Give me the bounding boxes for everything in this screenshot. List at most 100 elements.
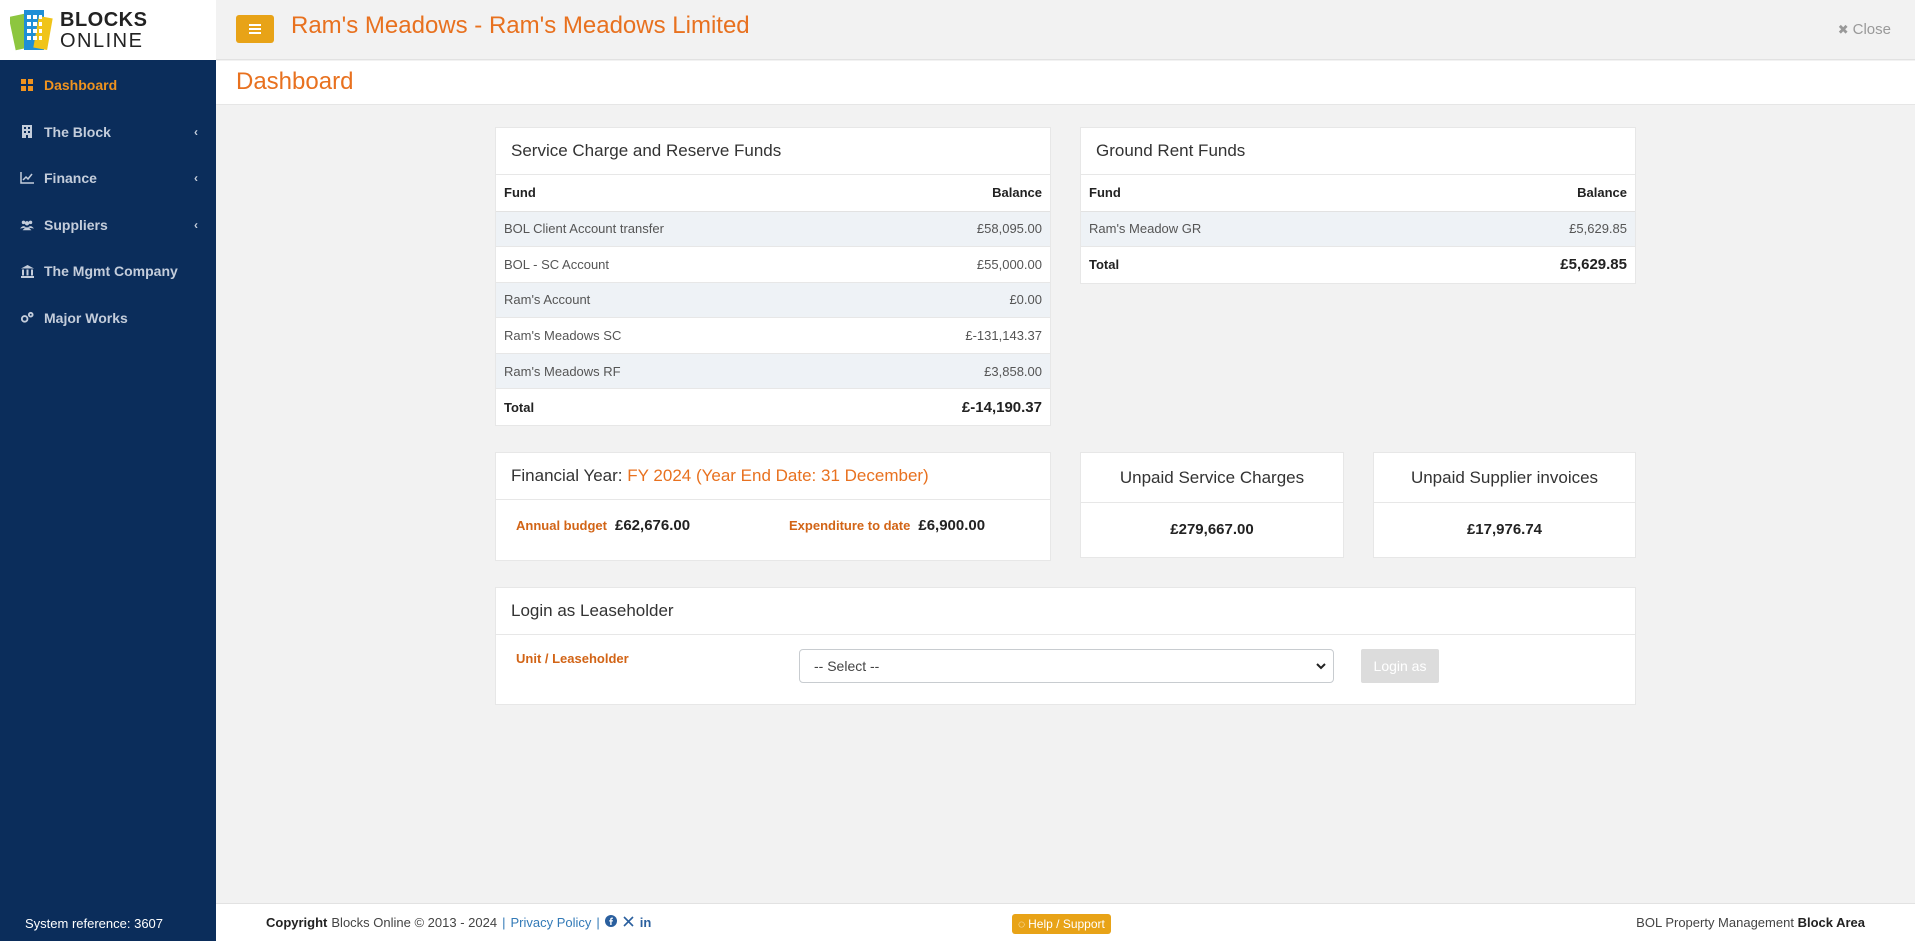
total-label: Total: [496, 388, 855, 425]
fund-balance: £-131,143.37: [854, 317, 1050, 354]
unpaid-supplier-invoices-panel[interactable]: Unpaid Supplier invoices £17,976.74: [1373, 452, 1636, 558]
column-header-fund: Fund: [496, 175, 855, 212]
table-row: BOL Client Account transfer £58,095.00: [496, 210, 1050, 247]
unpaid-supplier-invoices-value: £17,976.74: [1466, 520, 1543, 538]
annual-budget-value: £62,676.00: [615, 516, 691, 534]
linkedin-icon[interactable]: in: [640, 915, 652, 930]
total-value: £-14,190.37: [854, 388, 1050, 425]
help-support-button[interactable]: ◌ Help / Support: [1012, 914, 1111, 934]
column-header-balance: Balance: [854, 175, 1050, 212]
help-icon: ◌: [1018, 917, 1026, 931]
login-as-leaseholder-panel: Login as Leaseholder Unit / Leaseholder …: [495, 587, 1636, 705]
panel-title: Unpaid Supplier invoices: [1374, 453, 1635, 503]
chevron-left-icon: ‹: [194, 171, 198, 186]
chart-icon: [20, 171, 34, 185]
table-row: Ram's Account £0.00: [496, 281, 1050, 318]
table-row: Ram's Meadows RF £3,858.00: [496, 352, 1050, 389]
facebook-icon[interactable]: [604, 915, 617, 930]
column-header-fund: Fund: [1081, 175, 1418, 212]
help-support-label: Help / Support: [1028, 917, 1105, 931]
expenditure-label: Expenditure to date: [789, 517, 911, 533]
footer: Copyright Blocks Online © 2013 - 2024 | …: [216, 903, 1915, 941]
panel-title: Service Charge and Reserve Funds: [496, 128, 1050, 175]
users-icon: [20, 218, 34, 232]
select-value: -- Select --: [814, 658, 880, 674]
service-charge-panel: Service Charge and Reserve Funds Fund Ba…: [495, 127, 1051, 426]
table-row: Ram's Meadow GR £5,629.85: [1081, 210, 1635, 247]
unpaid-service-charges-panel[interactable]: Unpaid Service Charges £279,667.00: [1080, 452, 1344, 558]
x-twitter-icon[interactable]: [623, 915, 634, 930]
hamburger-icon: [249, 24, 261, 34]
copyright-label: Copyright: [266, 915, 328, 930]
estate-title: Ram's Meadows - Ram's Meadows Limited: [291, 12, 750, 39]
financial-year-value: FY 2024 (Year End Date: 31 December): [627, 466, 929, 485]
sidebar-item-suppliers[interactable]: Suppliers ‹: [0, 202, 216, 249]
panel-title: Login as Leaseholder: [496, 588, 1635, 635]
area-label: Block Area: [1797, 915, 1865, 930]
privacy-policy-link[interactable]: Privacy Policy: [510, 915, 591, 930]
sidebar-item-label: Major Works: [44, 309, 128, 326]
unit-leaseholder-select[interactable]: -- Select --: [799, 649, 1334, 683]
sidebar-item-label: Dashboard: [44, 77, 118, 94]
financial-year-heading: Financial Year: FY 2024 (Year End Date: …: [496, 453, 1050, 500]
unit-leaseholder-label: Unit / Leaseholder: [516, 651, 629, 666]
column-header-balance: Balance: [1417, 175, 1635, 212]
logo[interactable]: BLOCKS ONLINE: [0, 0, 216, 60]
fund-name: Ram's Meadow GR: [1081, 210, 1418, 247]
sidebar-item-label: The Block: [44, 123, 111, 140]
logo-icon: [8, 7, 54, 53]
total-value: £5,629.85: [1417, 246, 1635, 283]
chevron-left-icon: ‹: [194, 124, 198, 139]
menu-toggle-button[interactable]: [236, 15, 274, 43]
chevron-down-icon: [1315, 659, 1327, 676]
table-row: BOL - SC Account £55,000.00: [496, 246, 1050, 283]
financial-year-panel: Financial Year: FY 2024 (Year End Date: …: [495, 452, 1051, 561]
table-row: Ram's Meadows SC £-131,143.37: [496, 317, 1050, 354]
close-icon: ✖: [1837, 22, 1849, 37]
sidebar-item-the-block[interactable]: The Block ‹: [0, 109, 216, 156]
page-title-bar: Dashboard: [216, 61, 1915, 105]
sidebar-nav: Dashboard The Block ‹ Finance ‹ Supplier…: [0, 62, 216, 341]
fund-balance: £0.00: [854, 281, 1050, 318]
header: Ram's Meadows - Ram's Meadows Limited ✖ C…: [216, 0, 1915, 60]
fund-balance: £3,858.00: [854, 352, 1050, 389]
fund-name: Ram's Account: [496, 281, 855, 318]
fund-name: BOL - SC Account: [496, 246, 855, 283]
system-reference: System reference: 3607: [25, 916, 164, 931]
ground-rent-table: Fund Balance Ram's Meadow GR £5,629.85 T…: [1081, 175, 1635, 283]
login-as-button[interactable]: Login as: [1361, 649, 1439, 683]
sidebar-item-finance[interactable]: Finance ‹: [0, 155, 216, 202]
sidebar-item-label: The Mgmt Company: [44, 263, 178, 280]
annual-budget-label: Annual budget: [516, 517, 607, 533]
fund-balance: £55,000.00: [854, 246, 1050, 283]
total-row: Total £5,629.85: [1081, 246, 1635, 283]
close-button[interactable]: ✖ Close: [1838, 21, 1891, 38]
fund-name: BOL Client Account transfer: [496, 210, 855, 247]
ground-rent-panel: Ground Rent Funds Fund Balance Ram's Mea…: [1080, 127, 1636, 284]
fund-name: Ram's Meadows SC: [496, 317, 855, 354]
financial-year-label: Financial Year:: [511, 466, 623, 485]
page-title: Dashboard: [236, 68, 354, 95]
service-charge-table: Fund Balance BOL Client Account transfer…: [496, 175, 1050, 425]
grid-icon: [20, 78, 34, 92]
panel-title: Ground Rent Funds: [1081, 128, 1635, 175]
cogs-icon: [20, 311, 34, 325]
total-label: Total: [1081, 246, 1418, 283]
chevron-left-icon: ‹: [194, 217, 198, 232]
building-icon: [20, 125, 34, 139]
total-row: Total £-14,190.37: [496, 388, 1050, 425]
close-label: Close: [1852, 21, 1891, 38]
unpaid-service-charges-value: £279,667.00: [1170, 520, 1254, 538]
sidebar-item-dashboard[interactable]: Dashboard: [0, 62, 216, 109]
fund-name: Ram's Meadows RF: [496, 352, 855, 389]
fund-balance: £5,629.85: [1417, 210, 1635, 247]
logo-text-blocks: BLOCKS: [60, 8, 148, 31]
sidebar-item-major-works[interactable]: Major Works: [0, 295, 216, 342]
sidebar: BLOCKS ONLINE Dashboard The Block ‹ Fina…: [0, 0, 216, 941]
bank-icon: [20, 264, 34, 278]
sidebar-item-mgmt-company[interactable]: The Mgmt Company: [0, 248, 216, 295]
sidebar-item-label: Finance: [44, 170, 97, 187]
copyright-text: Blocks Online © 2013 - 2024: [331, 915, 498, 930]
fund-balance: £58,095.00: [854, 210, 1050, 247]
logo-text-online: ONLINE: [60, 29, 144, 52]
